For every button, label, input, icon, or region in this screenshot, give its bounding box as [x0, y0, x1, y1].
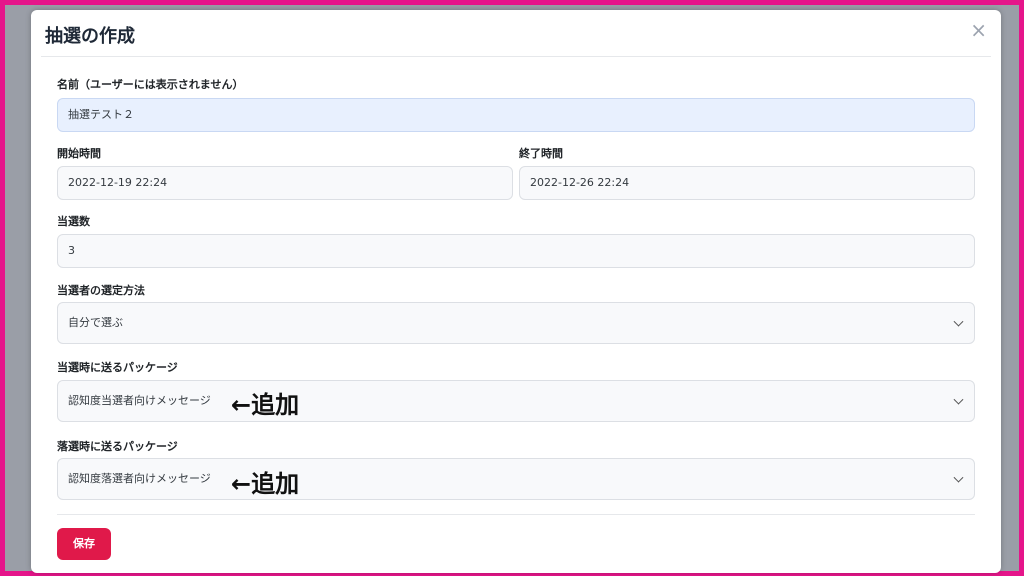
name-input[interactable]: 抽選テスト２ — [57, 98, 975, 132]
loser-package-annotation: ←追加 — [231, 470, 300, 498]
selection-method-label: 当選者の選定方法 — [57, 284, 145, 297]
start-time-label: 開始時間 — [57, 147, 101, 160]
winner-package-select[interactable]: 認知度当選者向けメッセージ — [57, 380, 975, 422]
selection-method-value: 自分で選ぶ — [68, 316, 123, 329]
start-time-input[interactable]: 2022-12-19 22:24 — [57, 166, 513, 200]
footer-divider — [57, 514, 975, 515]
winner-count-label: 当選数 — [57, 215, 90, 228]
selection-method-select[interactable]: 自分で選ぶ — [57, 302, 975, 344]
modal-header: 抽選の作成 × — [41, 10, 991, 57]
close-icon[interactable]: × — [970, 20, 987, 40]
loser-package-value: 認知度落選者向けメッセージ — [68, 472, 211, 485]
winner-package-label: 当選時に送るパッケージ — [57, 361, 178, 374]
end-time-input[interactable]: 2022-12-26 22:24 — [519, 166, 975, 200]
chevron-down-icon — [953, 394, 964, 405]
chevron-down-icon — [953, 472, 964, 483]
chevron-down-icon — [953, 316, 964, 327]
save-button[interactable]: 保存 — [57, 528, 111, 560]
winner-count-input[interactable]: 3 — [57, 234, 975, 268]
winner-package-annotation: ←追加 — [231, 391, 300, 419]
winner-package-value: 認知度当選者向けメッセージ — [68, 394, 211, 407]
name-label: 名前（ユーザーには表示されません） — [57, 78, 244, 91]
loser-package-select[interactable]: 認知度落選者向けメッセージ — [57, 458, 975, 500]
create-lottery-modal: 抽選の作成 × 名前（ユーザーには表示されません） 抽選テスト２ 開始時間 20… — [31, 10, 1001, 573]
end-time-label: 終了時間 — [519, 147, 563, 160]
loser-package-label: 落選時に送るパッケージ — [57, 440, 178, 453]
modal-title: 抽選の作成 — [45, 26, 135, 47]
highlight-frame: 抽選の作成 × 名前（ユーザーには表示されません） 抽選テスト２ 開始時間 20… — [0, 0, 1024, 576]
